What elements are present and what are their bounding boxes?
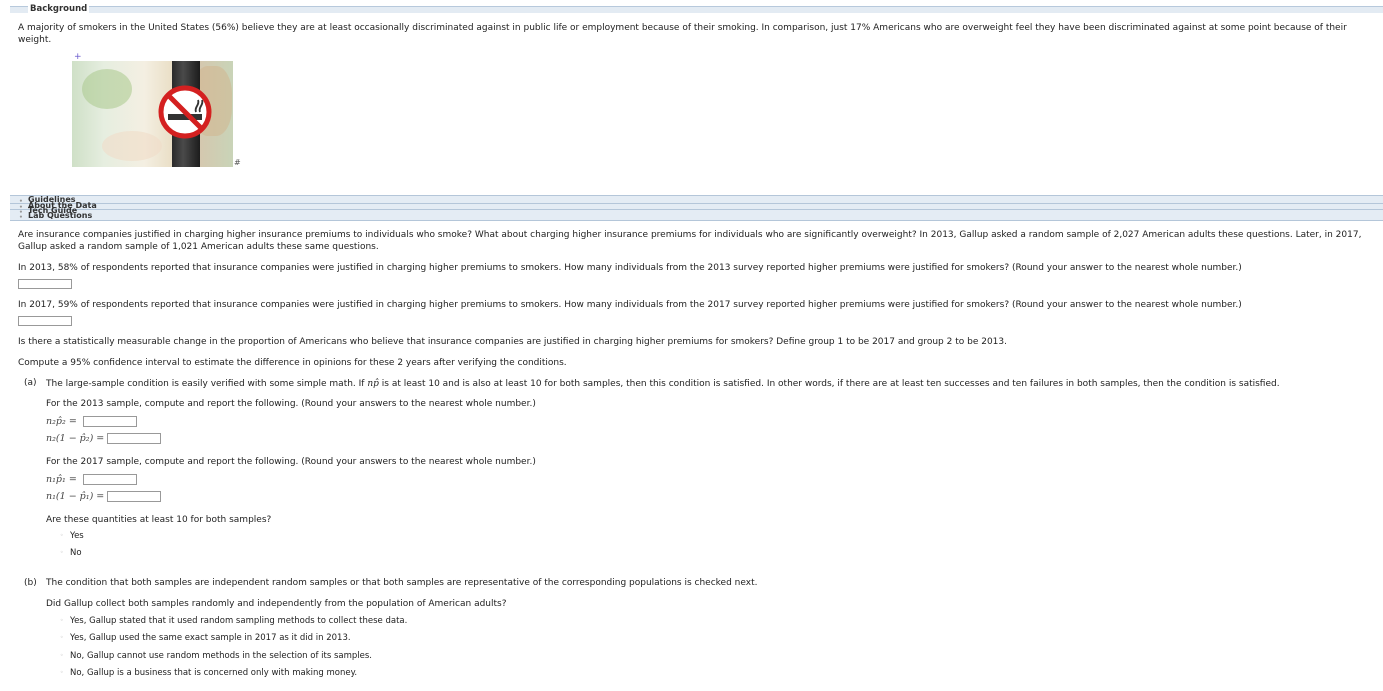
background-text: A majority of smokers in the United Stat… [18,23,1347,45]
part-a-text: The large-sample condition is easily ver… [46,378,1366,390]
part-a-text-after: is at least 10 and is also at least 10 f… [378,379,1280,389]
radio-b-option-2-label: Yes, Gallup used the same exact sample i… [70,633,351,643]
n1q1-input[interactable] [107,491,161,502]
question-2013: In 2013, 58% of respondents reported tha… [18,263,1242,273]
n2p2-input[interactable] [83,416,137,427]
radio-no-label: No [70,548,82,558]
part-a-text-before: The large-sample condition is easily ver… [46,379,368,389]
radio-icon: ◦ [60,532,64,539]
sample-2013-prompt: For the 2013 sample, compute and report … [46,399,536,409]
resize-handle-icon: + [74,52,82,62]
radio-b-option-2[interactable]: ◦ Yes, Gallup used the same exact sample … [60,633,351,643]
at-least-question: Are these quantities at least 10 for bot… [46,515,272,525]
n1p1-label: n₁p̂₁ = [46,474,77,485]
radio-icon: ◦ [60,549,64,556]
tab-lab-questions-label: Lab Questions [28,211,93,220]
part-b-question: Did Gallup collect both samples randomly… [46,599,507,609]
radio-b-option-4[interactable]: ◦ No, Gallup is a business that is concer… [60,668,357,678]
sample-2017-prompt: For the 2017 sample, compute and report … [46,457,536,467]
answer-2013-input[interactable] [18,279,72,289]
n2q2-label: n₂(1 − p̂₂) = [46,433,105,444]
radio-icon: ◦ [60,634,64,641]
radio-b-option-1-label: Yes, Gallup stated that it used random s… [70,616,408,626]
radio-b-option-4-label: No, Gallup is a business that is concern… [70,668,358,678]
radio-icon: ◦ [60,669,64,676]
question-2017: In 2017, 59% of respondents reported tha… [18,300,1242,310]
radio-b-option-1[interactable]: ◦ Yes, Gallup stated that it used random … [60,616,407,626]
radio-b-option-3[interactable]: ◦ No, Gallup cannot use random methods in… [60,651,372,661]
radio-icon: ◦ [60,617,64,624]
intro-text: Are insurance companies justified in cha… [18,230,1362,252]
tab-lab-questions[interactable]: • Lab Questions [19,211,93,222]
part-a-math: np̂ [367,379,379,389]
radio-yes-label: Yes [70,531,84,541]
resize-corner-icon: # [234,158,241,167]
tabs-divider [10,209,1383,210]
n2p2-label: n₂p̂₂ = [46,416,77,427]
radio-icon: ◦ [60,652,64,659]
answer-2017-input[interactable] [18,316,72,326]
radio-yes[interactable]: ◦ Yes [60,531,84,541]
no-smoking-photo [72,61,233,167]
n2q2-input[interactable] [107,433,161,444]
background-label: Background [28,4,90,14]
part-b-label: (b) [24,578,37,588]
change-question: Is there a statistically measurable chan… [18,337,1007,347]
tabs-bar [10,195,1383,221]
part-a-label: (a) [24,378,37,388]
part-b-text: The condition that both samples are inde… [46,578,758,588]
tabs-divider [10,203,1383,204]
compute-ci-text: Compute a 95% confidence interval to est… [18,358,567,368]
background-header-bar [10,6,1383,13]
n1q1-label: n₁(1 − p̂₁) = [46,491,105,502]
radio-b-option-3-label: No, Gallup cannot use random methods in … [70,651,372,661]
no-smoking-icon [158,85,212,139]
radio-no[interactable]: ◦ No [60,548,82,558]
n1p1-input[interactable] [83,474,137,485]
